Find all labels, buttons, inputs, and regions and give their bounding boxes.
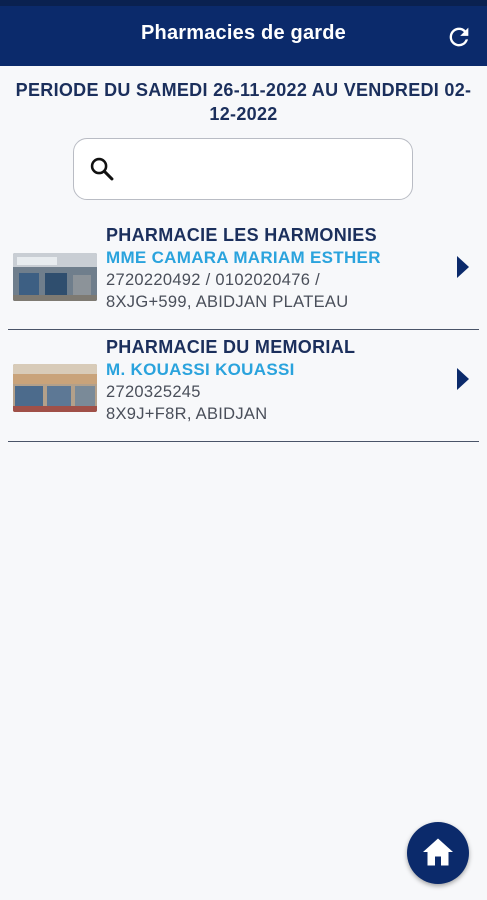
pharmacist-name: MME CAMARA MARIAM ESTHER: [106, 248, 381, 267]
pharmacy-phone: 2720325245: [106, 383, 201, 401]
search-icon: [90, 157, 114, 181]
pharmacy-name: PHARMACIE LES HARMONIES: [106, 225, 377, 245]
pharmacist-name: M. KOUASSI KOUASSI: [106, 360, 295, 379]
home-icon: [423, 838, 453, 866]
chevron-right-icon[interactable]: [453, 366, 473, 392]
pharmacy-list-item[interactable]: PHARMACIE LES HARMONIES MME CAMARA MARIA…: [8, 218, 479, 330]
pharmacy-list-item[interactable]: PHARMACIE DU MEMORIAL M. KOUASSI KOUASSI…: [8, 330, 479, 442]
pharmacy-address: 8X9J+F8R, ABIDJAN: [106, 405, 268, 423]
pharmacy-address: 8XJG+599, ABIDJAN PLATEAU: [106, 293, 349, 311]
pharmacy-phone: 2720220492 / 0102020476 /: [106, 271, 320, 289]
page-title: Pharmacies de garde: [140, 22, 346, 44]
pharmacy-photo: [13, 364, 97, 412]
search-input[interactable]: [126, 153, 400, 187]
period-label: PERIODE DU SAMEDI 26-11-2022 AU VENDREDI…: [15, 80, 472, 124]
pharmacy-photo: [13, 253, 97, 301]
home-button[interactable]: [407, 822, 469, 884]
search-box[interactable]: [73, 138, 413, 200]
pharmacy-info: PHARMACIE DU MEMORIAL M. KOUASSI KOUASSI…: [106, 336, 439, 425]
pharmacy-info: PHARMACIE LES HARMONIES MME CAMARA MARIA…: [106, 224, 439, 313]
refresh-icon[interactable]: [445, 23, 473, 51]
app-header: Pharmacies de garde: [0, 0, 487, 66]
chevron-right-icon[interactable]: [453, 254, 473, 280]
pharmacy-name: PHARMACIE DU MEMORIAL: [106, 337, 356, 357]
